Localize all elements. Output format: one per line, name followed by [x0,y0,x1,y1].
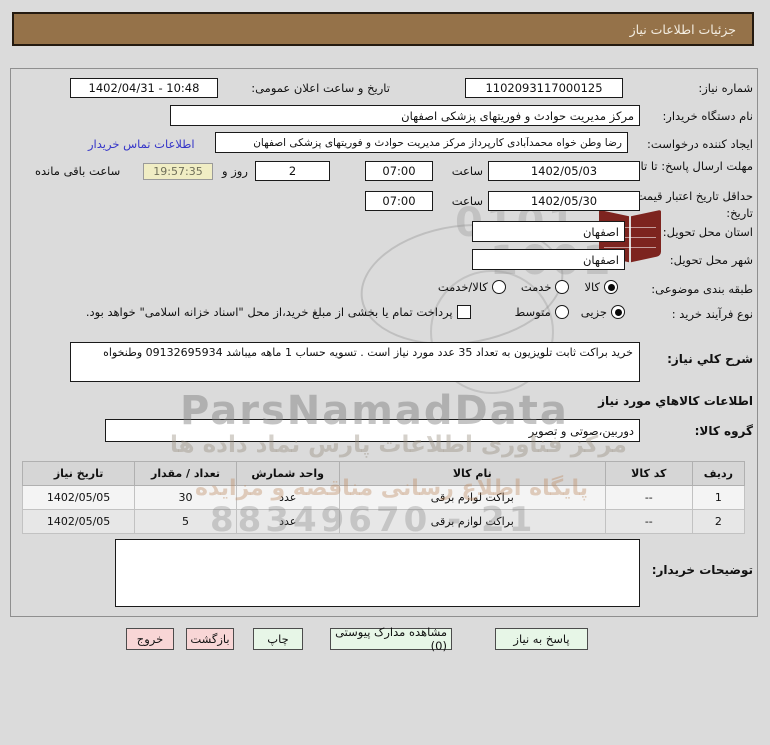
radio-option-goods-service[interactable]: کالا/خدمت [438,280,506,294]
cell-quantity: 30 [134,485,237,510]
col-goods-name: نام کالا [338,461,606,486]
col-unit: واحد شمارش [235,461,340,486]
radio-icon[interactable] [554,305,569,319]
cell-goods-name: براکت لوازم برقی [338,509,606,534]
radio-icon[interactable] [491,280,506,294]
radio-selected-icon[interactable] [604,280,618,294]
countdown-suffix-label: ساعت باقی مانده [35,164,121,178]
col-quantity: تعداد / مقدار [134,461,237,486]
cell-goods-code: -- [604,509,693,534]
view-attachments-button[interactable]: مشاهده مدارک پیوستی (0) [330,625,452,653]
reply-hour-label: ساعت [451,164,483,178]
creator-label: ایجاد کننده درخواست: [647,137,753,151]
table-row[interactable]: 2 -- براکت لوازم برقی عدد 5 1402/05/05 [21,509,746,534]
validity-hour-label: ساعت [451,194,483,208]
radio-option-service[interactable]: خدمت [521,280,570,294]
cell-quantity: 5 [134,509,237,534]
radio-option-label: متوسط [514,305,551,319]
buyer-comments-box[interactable] [115,539,640,607]
exit-button[interactable]: خروج [126,628,174,650]
window-title-bar: جزئیات اطلاعات نیاز [12,12,754,46]
province-label: استان محل تحویل: [662,225,753,239]
goods-info-header: اطلاعات کالاهاي مورد نیاز [598,394,753,408]
radio-option-medium[interactable]: متوسط [515,305,569,319]
print-button[interactable]: چاپ [253,628,303,650]
cell-unit: عدد [235,509,340,534]
cell-need-date: 1402/05/05 [21,485,136,510]
cell-need-date: 1402/05/05 [21,509,136,534]
need-details-page: جزئیات اطلاعات نیاز 0101 1001 شماره نیاز… [0,0,770,745]
reply-deadline-time-input[interactable] [365,161,433,181]
city-label: شهر محل تحویل: [669,253,753,267]
treasury-note-label: پرداخت تمام یا بخشی از مبلغ خرید،از محل … [85,305,453,319]
radio-option-label: کالا/خدمت [437,280,488,294]
col-need-date: تاریخ نیاز [21,461,136,486]
radio-icon[interactable] [555,280,570,294]
announce-datetime-label: تاریخ و ساعت اعلان عمومی: [251,81,390,95]
goods-group-input[interactable] [105,419,640,442]
remaining-days-input[interactable] [255,161,330,181]
radio-option-label: کالا [584,280,600,294]
table-header-row: ردیف کد کالا نام کالا واحد شمارش تعداد /… [21,461,746,486]
city-input[interactable] [472,249,625,270]
cell-unit: عدد [235,485,340,510]
reply-deadline-date-input[interactable] [488,161,640,181]
price-validity-time-input[interactable] [365,191,433,211]
days-suffix-label: روز و [222,164,248,178]
need-desc-box[interactable]: خرید براکت ثابت تلویزیون به تعداد 35 عدد… [70,342,640,382]
treasury-checkbox-icon[interactable] [456,305,471,319]
buyer-contact-link[interactable]: اطلاعات تماس خریدار [88,137,195,151]
treasury-checkbox-option[interactable]: پرداخت تمام یا بخشی از مبلغ خرید،از محل … [86,305,471,319]
buyer-org-input[interactable] [170,105,640,126]
radio-option-partial[interactable]: جزیی [581,305,625,319]
buyer-comments-label: توضیحات خریدار: [651,563,753,577]
province-input[interactable] [472,221,625,242]
back-button[interactable]: بازگشت [186,628,234,650]
announce-datetime-input[interactable] [70,78,218,98]
radio-option-goods[interactable]: کالا [584,280,618,294]
goods-group-label: گروه کالا: [694,424,753,438]
classification-label: طبقه بندی موضوعی: [651,282,753,296]
radio-option-label: خدمت [520,280,552,294]
radio-selected-icon[interactable] [611,305,625,319]
process-type-radio-group: جزیی متوسط پرداخت تمام یا بخشی از مبلغ خ… [86,305,625,319]
need-desc-label: شرح کلي نیاز: [667,352,753,366]
classification-radio-group: کالا خدمت کالا/خدمت [438,280,618,294]
cell-row-number: 2 [691,509,746,534]
buyer-org-label: نام دستگاه خریدار: [662,109,753,123]
cell-goods-code: -- [604,485,693,510]
creator-input[interactable] [215,132,628,153]
goods-table: ردیف کد کالا نام کالا واحد شمارش تعداد /… [21,461,746,534]
page-title: جزئیات اطلاعات نیاز [629,21,736,37]
need-number-input[interactable] [465,78,623,98]
price-validity-date-input[interactable] [488,191,640,211]
radio-option-label: جزیی [580,305,607,319]
process-type-label: نوع فرآیند خرید : [671,307,753,321]
respond-button[interactable]: پاسخ به نیاز [495,628,588,650]
table-row[interactable]: 1 -- براکت لوازم برقی عدد 30 1402/05/05 [21,485,746,510]
col-goods-code: کد کالا [604,461,693,486]
cell-row-number: 1 [691,485,746,510]
countdown-timer: 19:57:35 [143,163,213,180]
col-row-number: ردیف [691,461,746,486]
need-number-label: شماره نیاز: [698,81,753,95]
cell-goods-name: براکت لوازم برقی [338,485,606,510]
